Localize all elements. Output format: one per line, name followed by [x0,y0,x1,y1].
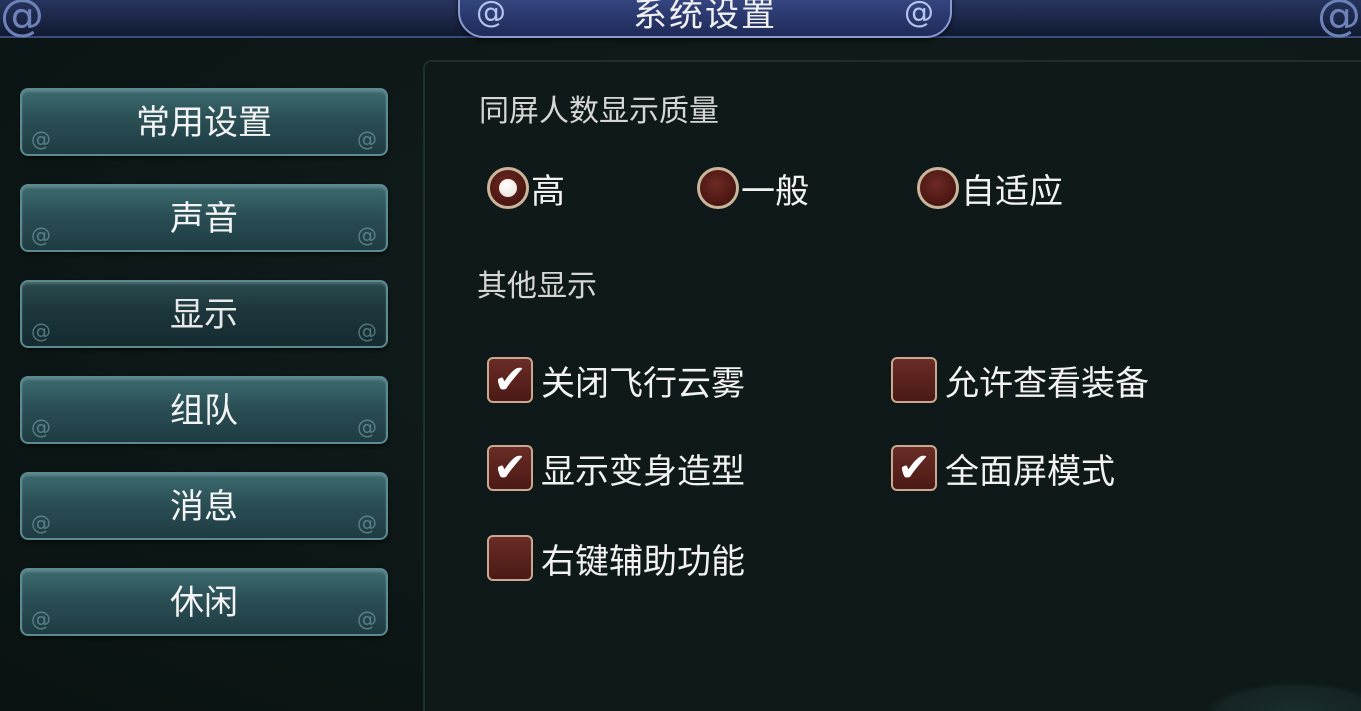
radio-label: 一般 [741,171,809,212]
sidebar-item-label: 组队 [170,391,238,431]
settings-window: @ @ @ 系统设置 @ 常用设置 @ @ 声音 @ @ 显示 @ @ 组队 @… [0,0,1361,711]
swirl-icon: @ [31,415,51,439]
swirl-icon: @ [357,319,377,343]
title-plate: @ 系统设置 @ [458,0,952,38]
sidebar-item-label: 显示 [170,295,238,335]
checkmark-icon[interactable]: ✔ [487,445,533,491]
checkbox-show-transform[interactable]: ✔ 显示变身造型 [487,443,745,493]
swirl-icon: @ [357,127,377,151]
checkmark-icon[interactable]: ✔ [487,357,533,403]
radio-label: 高 [531,171,565,212]
corner-ornament-left-icon: @ [0,0,44,41]
checkbox-fullscreen-mode[interactable]: ✔ 全面屏模式 [891,443,1115,493]
sidebar-item-messages[interactable]: 消息 @ @ [20,472,388,540]
sidebar-item-label: 常用设置 [136,103,272,143]
sidebar-item-leisure[interactable]: 休闲 @ @ [20,568,388,636]
checkbox-label: 关闭飞行云雾 [541,363,745,404]
radio-unselected-icon[interactable] [917,167,959,209]
display-settings-panel: 同屏人数显示质量 高 一般 自适应 其他显示 ✔ 关闭飞行云雾 允许查看装备 ✔… [423,60,1361,711]
swirl-icon: @ [357,511,377,535]
checkbox-label: 允许查看装备 [945,363,1149,404]
sidebar-item-display[interactable]: 显示 @ @ [20,280,388,348]
other-section-title: 其他显示 [477,269,597,304]
checkbox-empty-icon[interactable] [891,357,937,403]
sidebar-item-label: 声音 [170,199,238,239]
radio-label: 自适应 [961,171,1063,212]
swirl-icon: @ [31,223,51,247]
checkbox-allow-view-equipment[interactable]: 允许查看装备 [891,355,1149,405]
window-title: 系统设置 [633,0,777,35]
radio-quality-normal[interactable]: 一般 [697,163,809,213]
sidebar-item-label: 消息 [170,487,238,527]
sidebar-item-label: 休闲 [170,583,238,623]
radio-selected-icon[interactable] [487,167,529,209]
swirl-icon: @ [31,319,51,343]
checkmark-icon[interactable]: ✔ [891,445,937,491]
swirl-icon: @ [357,607,377,631]
sidebar-item-common[interactable]: 常用设置 @ @ [20,88,388,156]
swirl-icon: @ [357,415,377,439]
sidebar-item-team[interactable]: 组队 @ @ [20,376,388,444]
swirl-icon: @ [31,607,51,631]
checkbox-label: 右键辅助功能 [541,541,745,582]
checkbox-close-flight-fog[interactable]: ✔ 关闭飞行云雾 [487,355,745,405]
radio-quality-high[interactable]: 高 [487,163,565,213]
radio-quality-adaptive[interactable]: 自适应 [917,163,1063,213]
swirl-icon: @ [31,511,51,535]
sidebar-item-sound[interactable]: 声音 @ @ [20,184,388,252]
checkbox-label: 全面屏模式 [945,451,1115,492]
swirl-ornament-icon: @ [904,0,934,30]
checkbox-right-click-assist[interactable]: 右键辅助功能 [487,533,745,583]
checkbox-empty-icon[interactable] [487,535,533,581]
swirl-icon: @ [357,223,377,247]
quality-section-title: 同屏人数显示质量 [479,94,719,129]
radio-unselected-icon[interactable] [697,167,739,209]
swirl-icon: @ [31,127,51,151]
cloud-decoration-icon [1205,682,1361,711]
checkbox-label: 显示变身造型 [541,451,745,492]
corner-ornament-right-icon: @ [1317,0,1361,41]
settings-sidebar: 常用设置 @ @ 声音 @ @ 显示 @ @ 组队 @ @ 消息 @ @ 休闲 … [20,88,388,664]
